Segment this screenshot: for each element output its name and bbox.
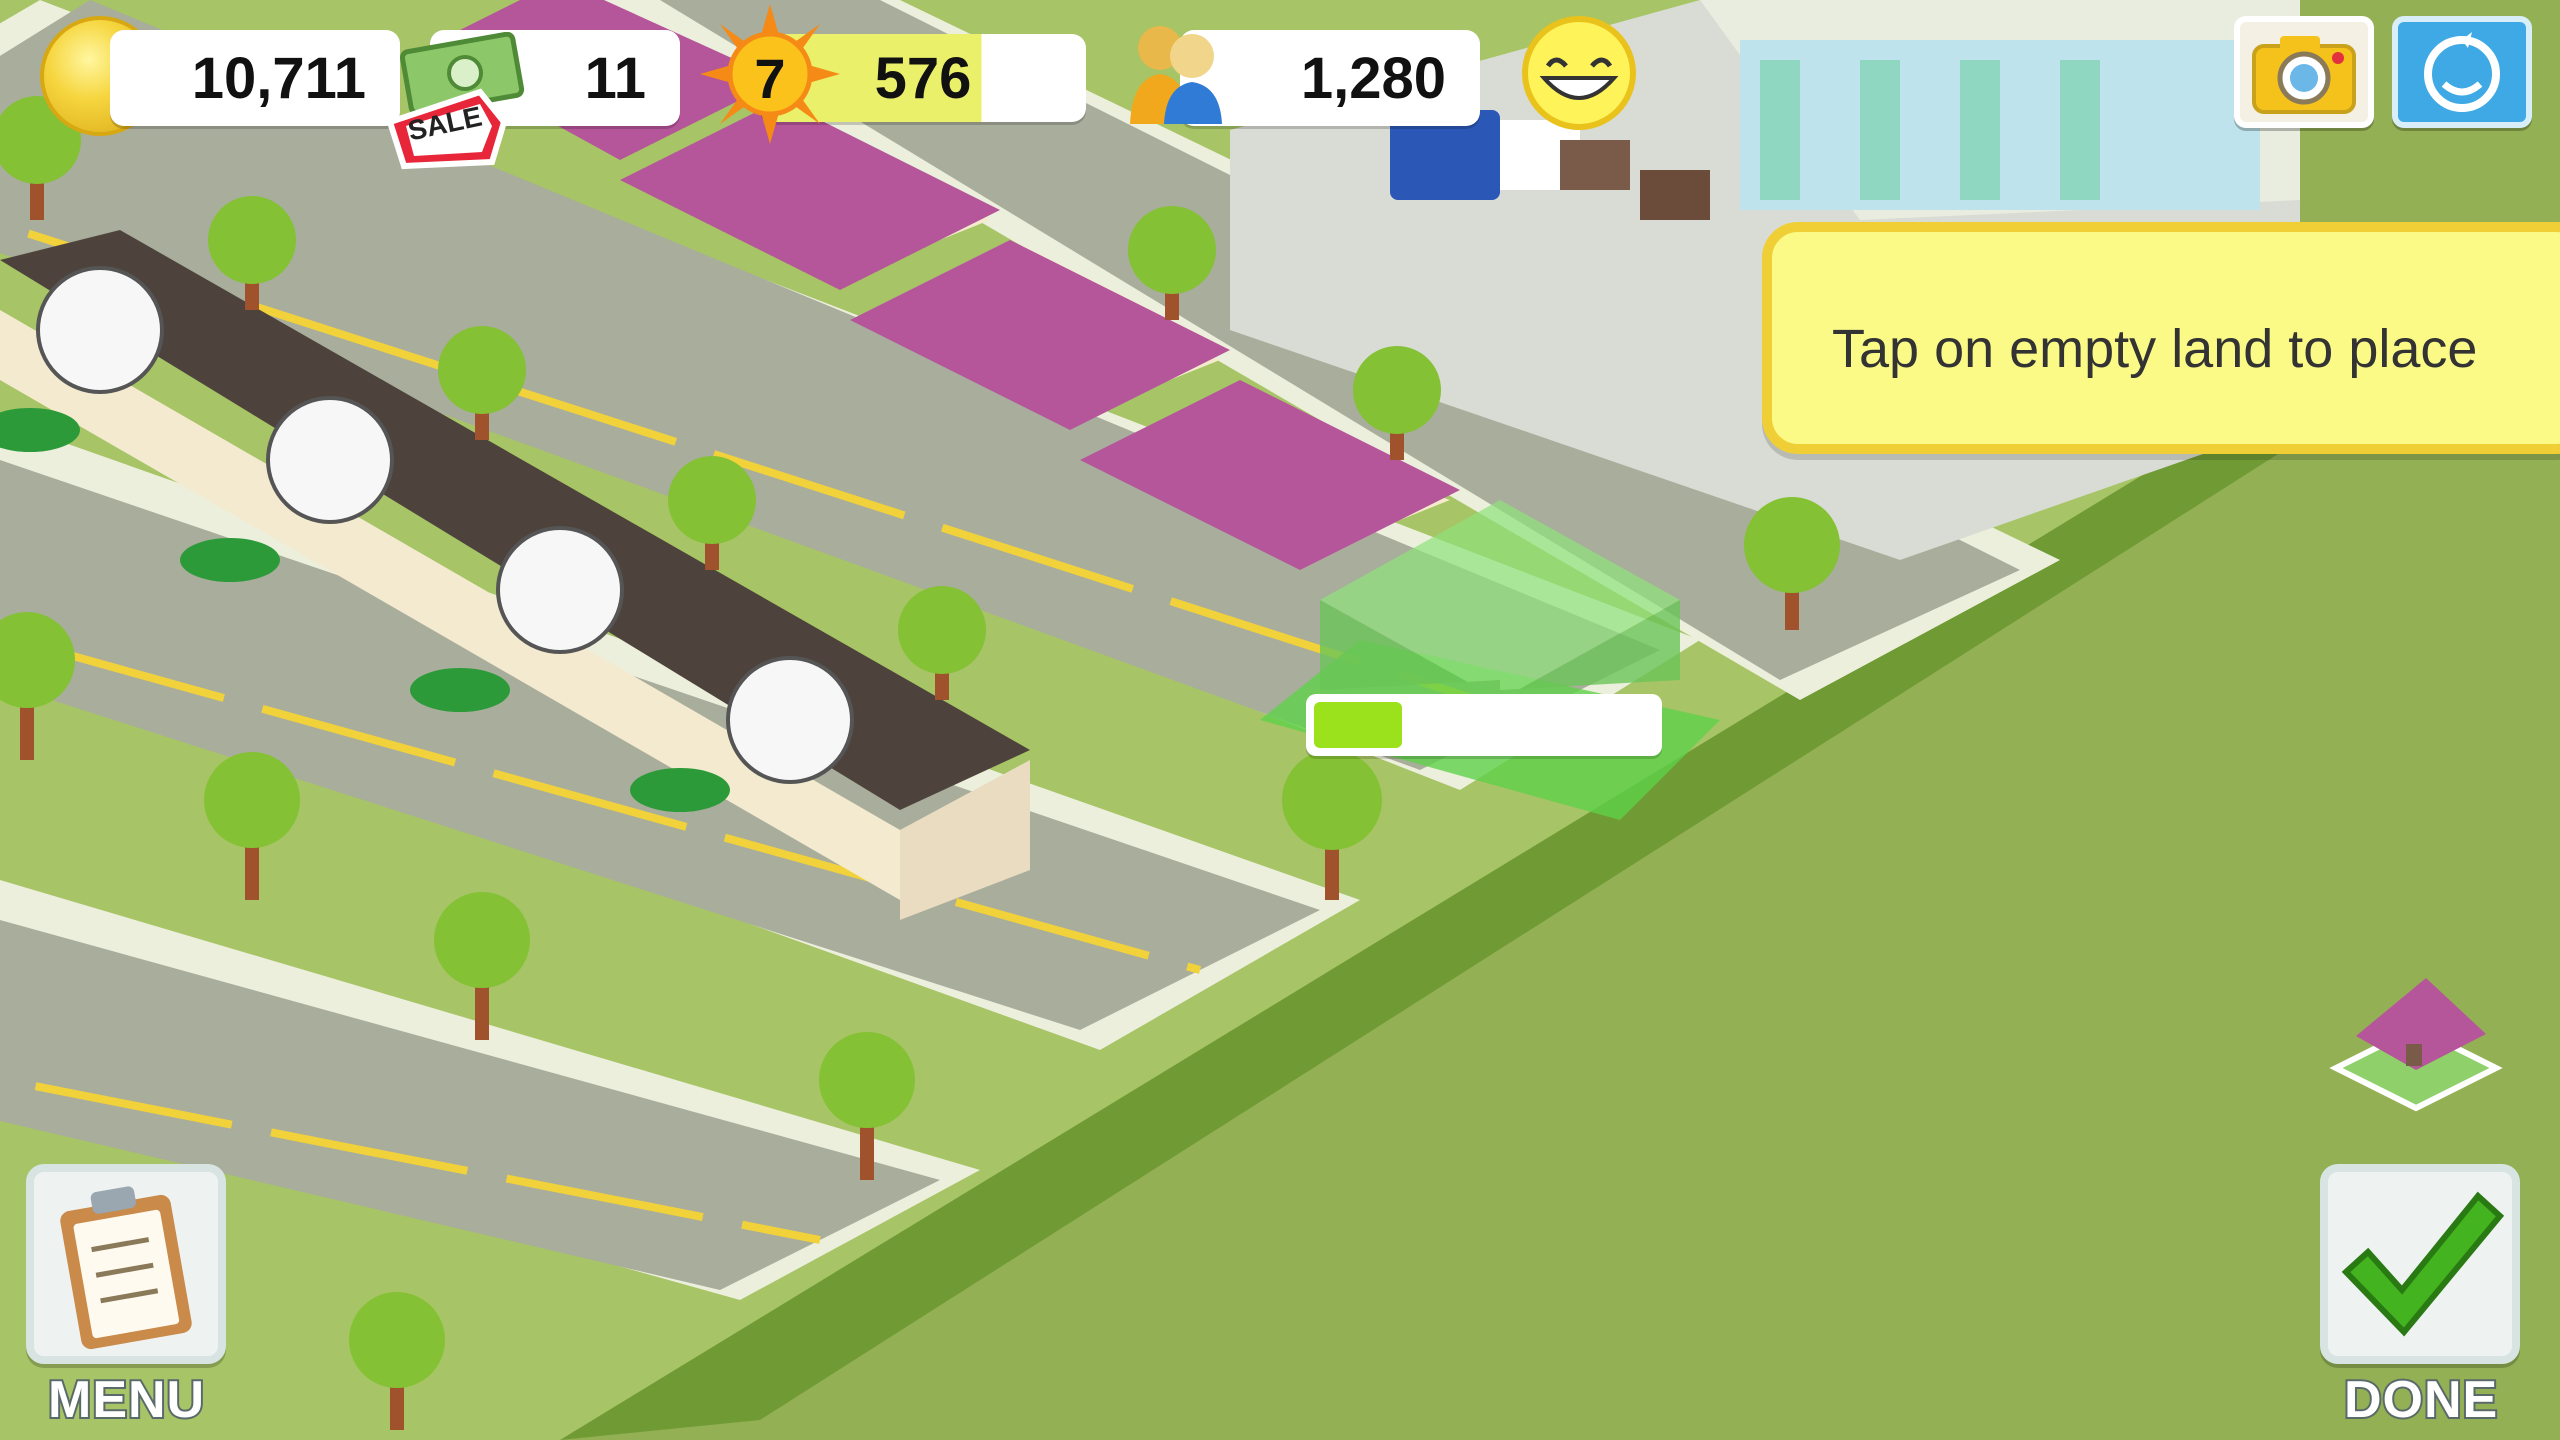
build-progress-fill xyxy=(1314,702,1402,748)
done-button[interactable] xyxy=(2320,1164,2520,1364)
build-progress-bar xyxy=(1306,694,1662,756)
xp-value: 576 xyxy=(874,45,972,111)
menu-button[interactable] xyxy=(26,1164,226,1364)
tooltip-text: Tap on empty land to place xyxy=(1832,319,2478,379)
level-value: 7 xyxy=(754,47,786,110)
population-value: 1,280 xyxy=(1300,45,1446,111)
coins-value: 10,711 xyxy=(191,45,366,111)
clipboard-icon xyxy=(60,1186,192,1350)
camera-icon xyxy=(2252,36,2356,114)
menu-label: MENU xyxy=(46,1369,206,1431)
camera-button[interactable] xyxy=(2234,16,2374,128)
city-map[interactable] xyxy=(0,0,2560,1440)
done-label: DONE xyxy=(2342,1369,2499,1431)
coins-counter[interactable]: 10,711 xyxy=(110,30,400,126)
population-icon xyxy=(1130,26,1222,124)
cash-value: 11 xyxy=(584,45,646,111)
checkmark-icon xyxy=(2341,1191,2505,1337)
share-icon xyxy=(2424,32,2500,112)
house-icon[interactable] xyxy=(2326,958,2506,1118)
placement-tooltip: Tap on empty land to place xyxy=(1762,222,2560,454)
share-button[interactable] xyxy=(2392,16,2532,128)
smiley-happiness-icon[interactable] xyxy=(1520,14,1638,132)
